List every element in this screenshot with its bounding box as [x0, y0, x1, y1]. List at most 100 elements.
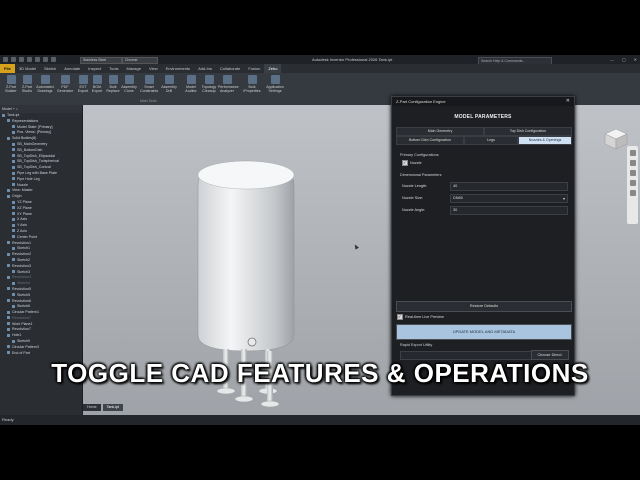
view-cube-icon[interactable] [604, 128, 628, 150]
dialog-close-button[interactable]: ✕ [566, 97, 570, 106]
window-controls: — ▢ ✕ [610, 55, 637, 64]
feature-icon [12, 165, 15, 169]
update-model-button[interactable]: UPDATE MODEL AND METADATA [396, 324, 572, 340]
doc-tab-home[interactable]: Home [83, 404, 101, 411]
realtime-preview-checkbox[interactable] [397, 314, 403, 320]
material-dropdown[interactable]: Stainless Steel [80, 57, 122, 64]
appearance-dropdown[interactable]: Chrome [122, 57, 158, 64]
feature-icon [12, 142, 15, 146]
browser-item-label: Sketch3 [17, 269, 30, 274]
save-icon[interactable] [19, 57, 24, 62]
pdf-generator-icon [60, 75, 70, 84]
tab-top-dish-configuration[interactable]: Top Dish Configuration [484, 127, 572, 136]
browser-item-label: Pos. Views: [Primary] [17, 130, 52, 135]
file-menu-button[interactable]: File [0, 64, 15, 73]
tab-collaborate[interactable]: Collaborate [216, 64, 244, 73]
automated-drawings-icon [40, 75, 50, 84]
ribbon-bulk-iproperties-button[interactable]: Bulk iProperties [243, 75, 261, 93]
feature-icon [12, 212, 15, 216]
browser-item-label: Origin [12, 194, 22, 199]
tab-add-ins[interactable]: Add-Ins [194, 64, 216, 73]
doc-tab-tank[interactable]: Tank.ipt [102, 404, 123, 411]
ribbon-topology-cleanup-button[interactable]: Topology Cleanup [200, 75, 218, 93]
look-at-icon[interactable] [629, 190, 636, 196]
ribbon-automated-drawings-button[interactable]: Automated Drawings [36, 75, 54, 93]
browser-title: Model [2, 107, 12, 111]
realtime-preview-row[interactable]: Real-time Live Preview [397, 314, 444, 320]
nozzle-checkbox[interactable] [402, 160, 408, 166]
ribbon-button-label: Z-Part Studio [21, 85, 33, 93]
ribbon-assembly-clone-button[interactable]: Assembly Clone [120, 75, 138, 93]
ribbon-button-label: Z-Part Builder [5, 85, 17, 93]
new-file-icon[interactable] [3, 57, 8, 62]
nozzle-size-select[interactable]: DN65 [450, 194, 568, 203]
feature-icon [12, 223, 15, 227]
ribbon-assembly-drill-button[interactable]: Assembly Drill [160, 75, 178, 93]
ribbon-smart-constraints-button[interactable]: Smart Constraints [140, 75, 158, 93]
feature-icon [12, 200, 15, 204]
tab-sketch[interactable]: Sketch [40, 64, 60, 73]
home-icon[interactable] [43, 57, 48, 62]
zoom-icon[interactable] [629, 170, 636, 176]
pan-icon[interactable] [629, 160, 636, 166]
add-icon[interactable]: + [13, 107, 15, 111]
ribbon-z-part-studio-button[interactable]: Z-Part Studio [18, 75, 36, 93]
browser-item-label: Circular Pattern3 [12, 344, 39, 349]
nozzle-checkbox-label: Nozzle [410, 161, 422, 165]
orbit-icon[interactable] [629, 180, 636, 186]
browser-item-label: SB_MainGeometry [17, 141, 48, 146]
tab-3d-model[interactable]: 3D Model [15, 64, 40, 73]
minimize-button[interactable]: — [610, 55, 614, 64]
ribbon-group-label: Main Tools [140, 99, 157, 103]
ribbon-pdf-generator-button[interactable]: PDF Generator [56, 75, 74, 93]
ext-export-icon [78, 75, 88, 84]
browser-item-label: Solid Bodies(8) [12, 136, 37, 141]
feature-icon [7, 194, 10, 198]
topology-cleanup-icon [204, 75, 214, 84]
tab-tools[interactable]: Tools [105, 64, 122, 73]
nozzle-length-label: Nozzle Length: [402, 184, 428, 188]
browser-item-label: Revolution3 [12, 263, 31, 268]
tab-environments[interactable]: Environments [162, 64, 194, 73]
bulk-replace-icon [108, 75, 118, 84]
undo-icon[interactable] [27, 57, 32, 62]
dialog-title: Z-Part Configuration Engine [396, 99, 446, 104]
browser-item[interactable]: End of Part [0, 351, 82, 357]
tab-manage[interactable]: Manage [123, 64, 145, 73]
ribbon-application-settings-button[interactable]: Application Settings [266, 75, 284, 93]
tab-main-geometry[interactable]: Main Geometry [396, 127, 484, 136]
nozzle-checkbox-row[interactable]: Nozzle [402, 160, 422, 166]
browser-item-label: End of Part [12, 350, 30, 355]
redo-icon[interactable] [35, 57, 40, 62]
close-window-button[interactable]: ✕ [634, 55, 637, 64]
nozzle-angle-input[interactable]: 30 [450, 206, 568, 215]
tank-body [197, 160, 295, 352]
maximize-button[interactable]: ▢ [622, 55, 626, 64]
tab-inspect[interactable]: Inspect [84, 64, 105, 73]
browser-item-label: SB_TopDish_Ellipsoidal [17, 153, 55, 158]
ribbon-button-label: BOM Export [91, 85, 103, 93]
nozzle-length-input[interactable]: 40 [450, 182, 568, 191]
tab-annotate[interactable]: Annotate [60, 64, 84, 73]
tab-fusion[interactable]: Fusion [244, 64, 264, 73]
feature-icon [7, 310, 10, 314]
tab-nozzles-openings[interactable]: Nozzles & Openings [518, 136, 572, 145]
feature-icon [7, 328, 10, 332]
tab-view[interactable]: View [145, 64, 162, 73]
feature-icon [7, 333, 10, 337]
restore-defaults-button[interactable]: Restore Defaults [396, 301, 572, 312]
browser-item-label: Pipe Leg with Base Plate [17, 170, 57, 175]
steering-wheel-icon[interactable] [629, 150, 636, 156]
window-title: Autodesk Inventor Professional 2026 Tank… [312, 57, 393, 62]
search-icon[interactable]: ⌕ [16, 107, 18, 111]
bom-export-icon [92, 75, 102, 84]
ribbon-model-auditor-button[interactable]: Model Auditor [182, 75, 200, 93]
browser-item-label: Revolution7 [12, 315, 31, 320]
ribbon-performance-analyzer-button[interactable]: Performance Analyzer [218, 75, 239, 93]
select-icon[interactable] [51, 57, 56, 62]
tab-legs[interactable]: Legs [464, 136, 518, 145]
tab-bottom-dish-configuration[interactable]: Bottom Dish Configuration [396, 136, 464, 145]
tab-zebo[interactable]: Zebo [264, 64, 282, 73]
feature-icon [7, 322, 10, 326]
open-icon[interactable] [11, 57, 16, 62]
